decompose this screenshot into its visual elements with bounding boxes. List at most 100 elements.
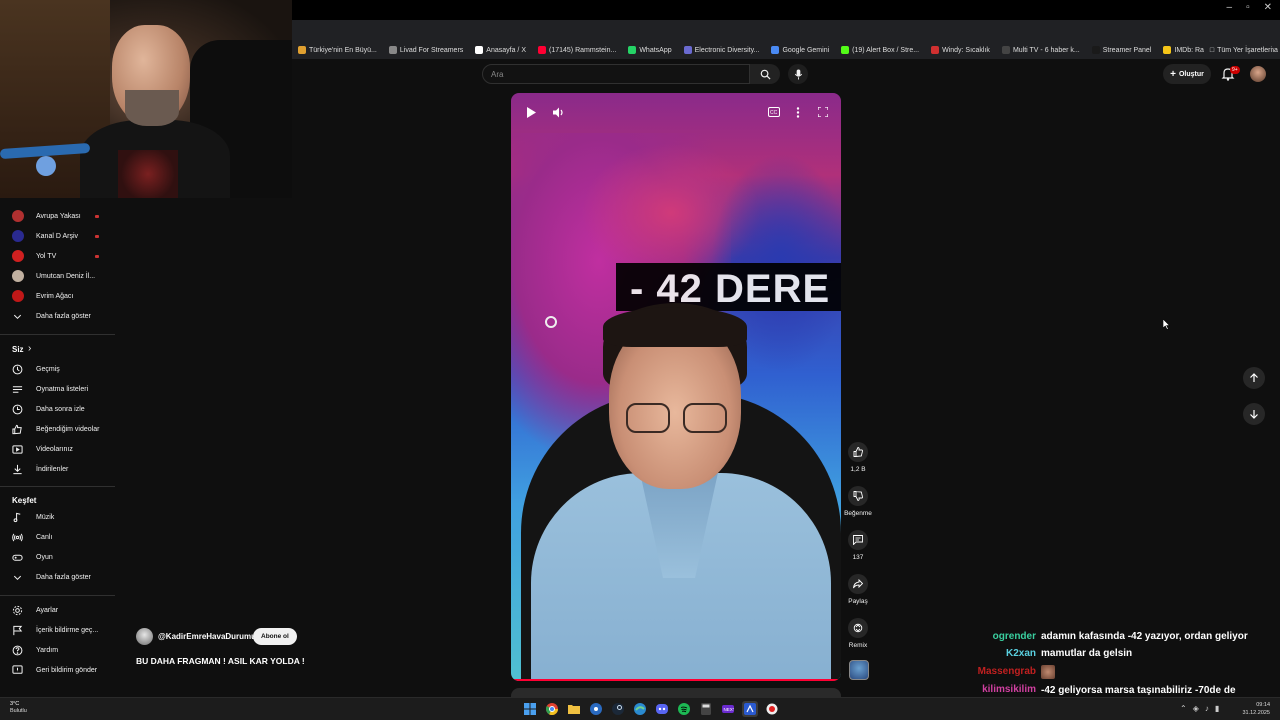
- calculator-icon[interactable]: [698, 701, 714, 717]
- bookmark-favicon-icon: [931, 46, 940, 54]
- system-tray: ⌃ ◈ ♪ ▮: [1180, 704, 1219, 713]
- sidebar-item-label: Geri bildirim gönder: [36, 666, 98, 674]
- help-icon: [11, 644, 24, 657]
- weather-widget[interactable]: 3°C Bulutlu: [10, 701, 27, 715]
- channel-avatar[interactable]: [136, 628, 153, 645]
- all-bookmarks-button[interactable]: □ Tüm Yer İşaretleri: [1203, 41, 1272, 59]
- windows-start-icon[interactable]: [522, 701, 538, 717]
- bookmark-item[interactable]: Türkiye'nin En Büyü...: [298, 46, 377, 54]
- share-button[interactable]: Paylaş: [843, 574, 873, 605]
- recorder-icon[interactable]: [764, 701, 780, 717]
- shorts-video-player[interactable]: - 42 DERE CC: [511, 93, 841, 681]
- sidebar-item[interactable]: Müzik: [0, 507, 120, 527]
- bookmark-item[interactable]: Electronic Diversity...: [683, 46, 760, 54]
- live-indicator: [95, 254, 99, 258]
- share-icon: [853, 579, 863, 589]
- sidebar-item[interactable]: Geri bildirim gönder: [0, 660, 120, 680]
- bookmark-item[interactable]: Multi TV - 6 haber k...: [1001, 46, 1080, 54]
- sidebar-item[interactable]: Kanal D Arşiv: [0, 226, 120, 246]
- wifi-icon[interactable]: ◈: [1193, 704, 1199, 713]
- weather-condition: Bulutlu: [10, 708, 27, 714]
- chat-username: K2xan: [1005, 648, 1036, 659]
- sidebar-item[interactable]: Daha sonra izle: [0, 399, 120, 419]
- bookmark-item[interactable]: WhatsApp: [628, 46, 672, 54]
- sidebar-item[interactable]: Evrim Ağacı: [0, 286, 120, 306]
- bookmark-item[interactable]: (19) Alert Box / Stre...: [841, 46, 919, 54]
- section-heading-explore: Keşfet: [12, 496, 37, 505]
- sidebar-item[interactable]: Ayarlar: [0, 600, 120, 620]
- edge-icon[interactable]: [632, 701, 648, 717]
- bookmark-favicon-icon: [475, 46, 484, 54]
- channel-thumbnail[interactable]: [849, 660, 869, 680]
- voice-search-button[interactable]: [788, 64, 808, 84]
- taskbar: 3°C Bulutlu NEXT ⌃ ◈ ♪ ▮ 09:14 31.12.202…: [0, 697, 1280, 720]
- bookmark-item[interactable]: Livad For Streamers: [388, 46, 463, 54]
- bookmark-item[interactable]: Streamer Panel: [1091, 46, 1151, 54]
- discord-icon[interactable]: [654, 701, 670, 717]
- sidebar-item-label: Beğendiğim videolar: [36, 425, 100, 433]
- file-explorer-icon[interactable]: [566, 701, 582, 717]
- channel-name[interactable]: @KadirEmreHavaDurumu: [158, 632, 256, 641]
- bookmark-item[interactable]: Windy: Sıcaklık: [931, 46, 990, 54]
- sidebar-item-label: Avrupa Yakası: [36, 212, 81, 220]
- bookmark-label: Electronic Diversity...: [694, 46, 760, 54]
- sidebar-item[interactable]: Beğendiğim videolar: [0, 419, 120, 439]
- bookmark-favicon-icon: [683, 46, 692, 54]
- bookmark-item[interactable]: Google Gemini: [771, 46, 829, 54]
- play-icon[interactable]: [523, 104, 539, 120]
- sidebar-item[interactable]: Videolarınız: [0, 439, 120, 459]
- sidebar-item[interactable]: Canlı: [0, 527, 120, 547]
- spotify-icon[interactable]: [676, 701, 692, 717]
- comments-button[interactable]: 137: [843, 530, 873, 561]
- volume-icon[interactable]: [551, 104, 567, 120]
- comment-count: 137: [852, 554, 864, 561]
- more-options-icon[interactable]: [790, 104, 806, 120]
- chrome-icon[interactable]: [544, 701, 560, 717]
- channel-icon: [11, 230, 24, 242]
- sidebar-item-label: Canlı: [36, 533, 53, 541]
- sidebar-item[interactable]: İçerik bildirme geç...: [0, 620, 120, 640]
- close-icon[interactable]: ✕: [1264, 2, 1272, 13]
- store-icon[interactable]: [588, 701, 604, 717]
- remix-button[interactable]: Remix: [843, 618, 873, 649]
- sidebar-item[interactable]: Daha fazla göster: [0, 306, 120, 326]
- dislike-button[interactable]: Beğenme: [843, 486, 873, 517]
- user-avatar[interactable]: [1250, 66, 1266, 82]
- sidebar-item[interactable]: Yardım: [0, 640, 120, 660]
- previous-short-button[interactable]: [1243, 367, 1265, 389]
- video-progress-bar[interactable]: [511, 679, 841, 681]
- restore-icon[interactable]: ▫: [1246, 2, 1250, 13]
- remix-label: Remix: [848, 642, 868, 649]
- sidebar-item[interactable]: Oynatma listeleri: [0, 379, 120, 399]
- bookmarks-bar: Türkiye'nin En Büyü... Livad For Streamer…: [290, 41, 1280, 59]
- bookmark-item[interactable]: Anasayfa / X: [475, 46, 526, 54]
- minimize-icon[interactable]: –: [1227, 2, 1233, 13]
- create-button[interactable]: + Oluştur: [1163, 64, 1211, 84]
- like-button[interactable]: 1,2 B: [843, 442, 873, 473]
- system-clock[interactable]: 09:14 31.12.2025: [1242, 701, 1270, 717]
- active-app-icon[interactable]: [742, 701, 758, 717]
- sidebar-item[interactable]: Yol TV: [0, 246, 120, 266]
- search-input[interactable]: Ara: [482, 64, 750, 84]
- subscribe-button[interactable]: Abone ol: [253, 628, 297, 645]
- sidebar-item[interactable]: Umutcan Deniz İl...: [0, 266, 120, 286]
- sidebar-divider: [0, 595, 115, 596]
- sidebar-item[interactable]: Oyun: [0, 547, 120, 567]
- sidebar-item[interactable]: Daha fazla göster: [0, 567, 120, 587]
- tray-chevron-icon[interactable]: ⌃: [1180, 704, 1187, 713]
- speaker-icon[interactable]: ♪: [1205, 704, 1209, 713]
- map-marker-icon: [545, 316, 557, 328]
- sidebar-item[interactable]: Geçmiş: [0, 359, 120, 379]
- section-heading-you[interactable]: Siz: [12, 345, 24, 354]
- steam-icon[interactable]: [610, 701, 626, 717]
- fullscreen-icon[interactable]: [815, 104, 831, 120]
- next-short-button[interactable]: [1243, 403, 1265, 425]
- search-button[interactable]: [750, 64, 780, 84]
- sidebar-item[interactable]: Avrupa Yakası: [0, 206, 120, 226]
- sidebar-item[interactable]: İndirilenler: [0, 459, 120, 479]
- captions-icon[interactable]: CC: [766, 104, 782, 120]
- battery-icon[interactable]: ▮: [1215, 704, 1219, 713]
- bookmark-item[interactable]: (17145) Rammstein...: [538, 46, 616, 54]
- obs-icon[interactable]: NEXT: [720, 701, 736, 717]
- remix-icon: [853, 623, 863, 633]
